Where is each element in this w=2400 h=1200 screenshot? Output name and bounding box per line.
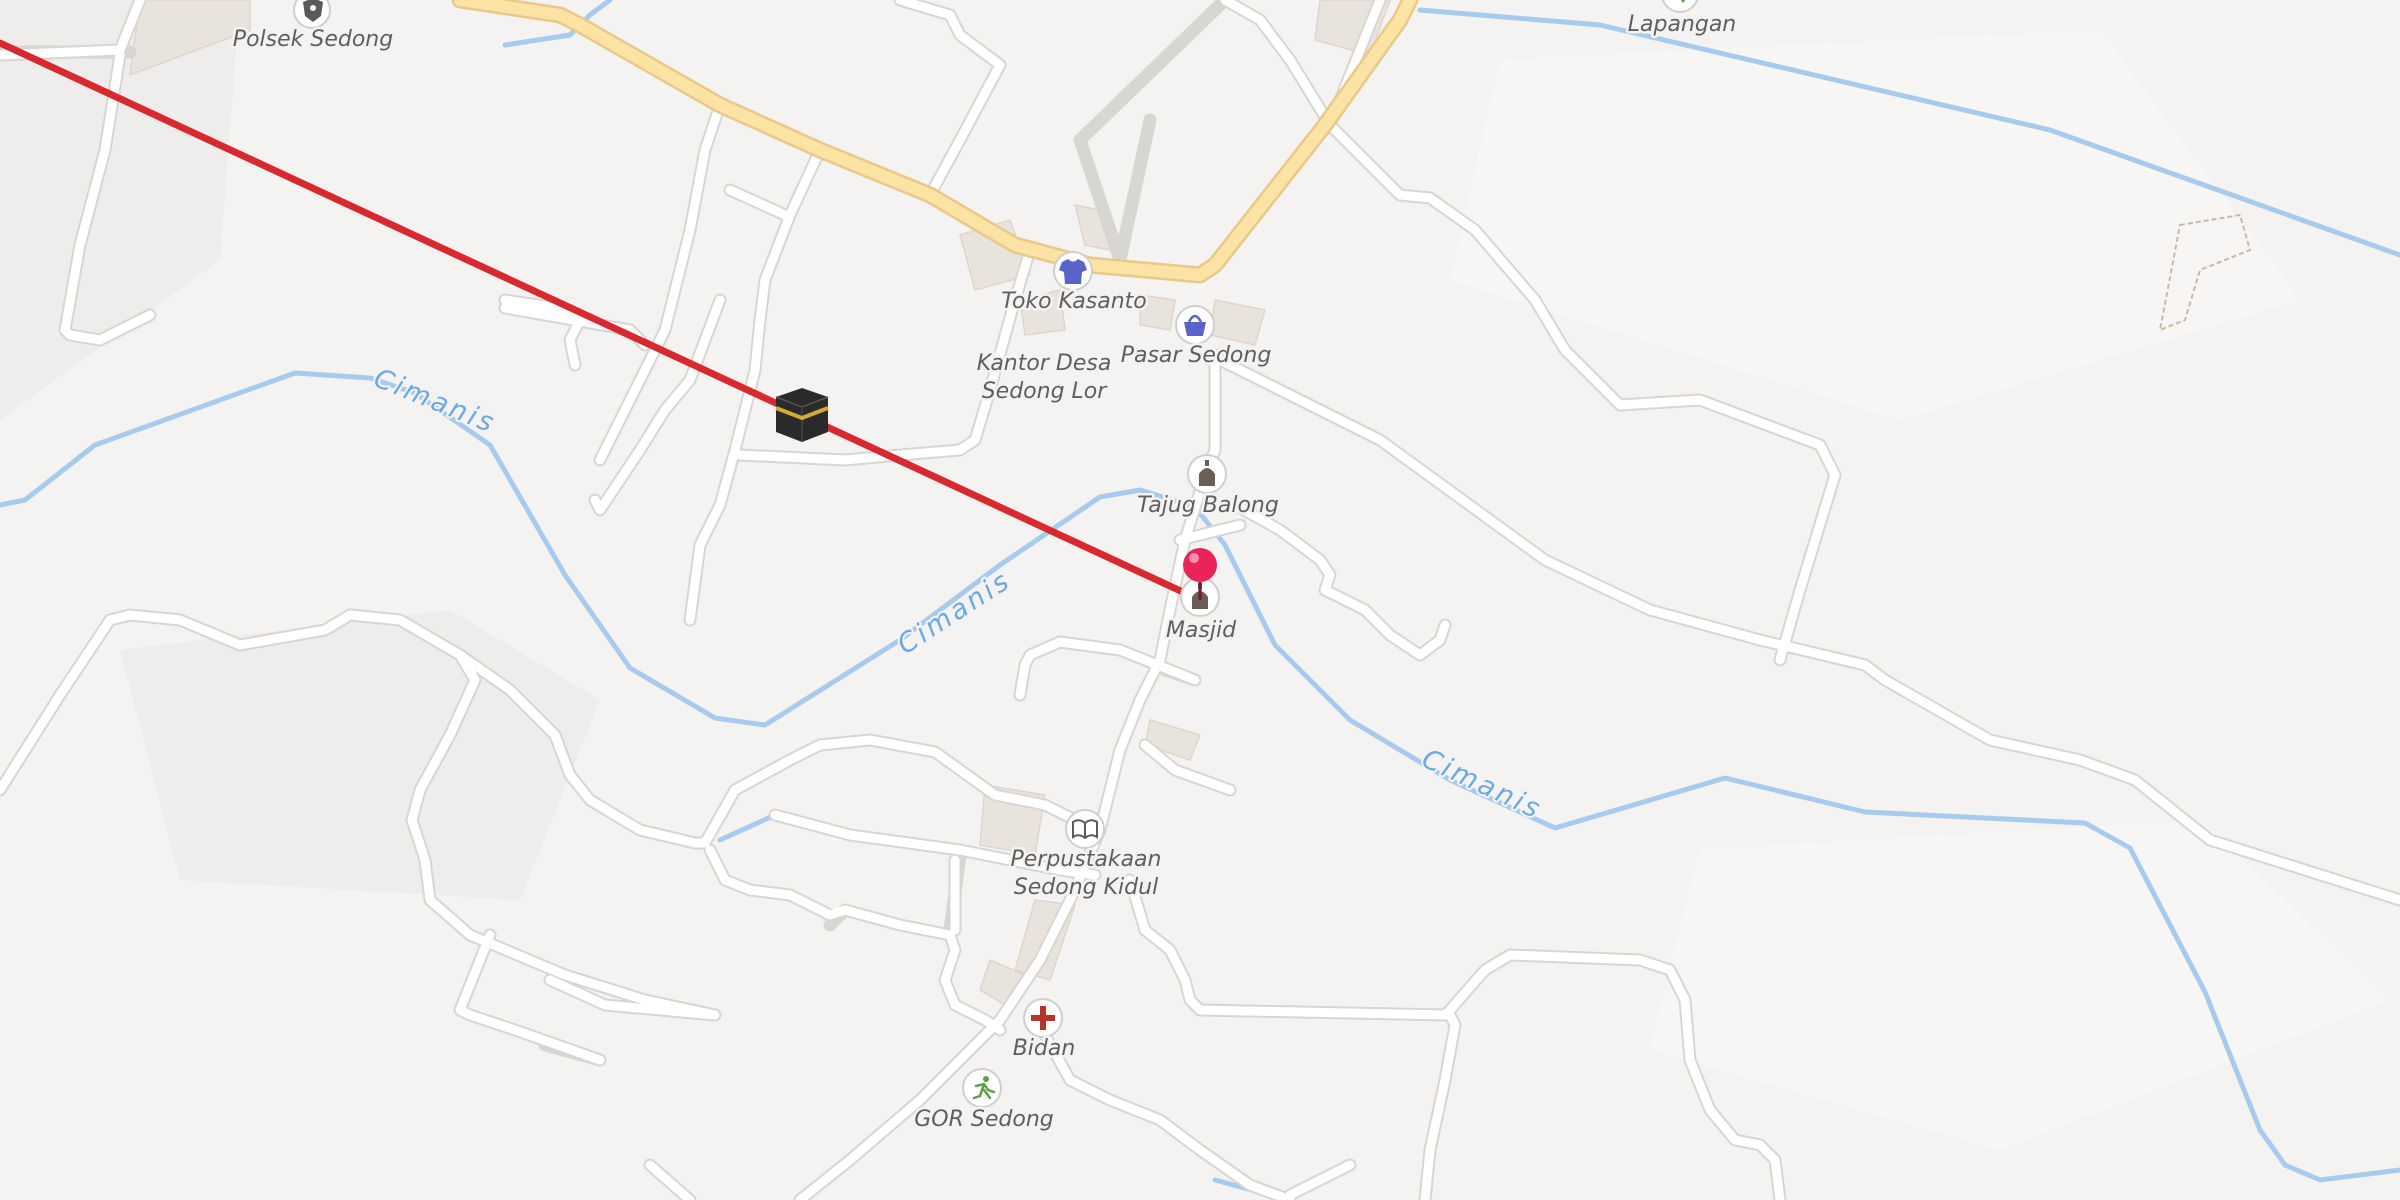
river-label: Cimanis [369, 363, 500, 440]
medical-cross-icon [1023, 998, 1063, 1038]
poi-tajug-balong[interactable]: Tajug Balong [1135, 454, 1281, 521]
poi-label-line1: Perpustakaan [1011, 847, 1162, 872]
poi-label: Tajug Balong [1137, 493, 1279, 518]
main-road [451, 0, 1419, 284]
poi-label: GOR Sedong [914, 1107, 1054, 1132]
clothes-shop-icon [1053, 251, 1093, 291]
library-book-icon [1065, 809, 1105, 849]
market-basket-icon [1175, 305, 1215, 345]
pitch-icon [1661, 0, 1699, 13]
poi-label: Bidan [1013, 1036, 1076, 1061]
poi-label: Pasar Sedong [1121, 343, 1272, 368]
poi-label-line1: Kantor Desa [977, 351, 1112, 376]
poi-label: Masjid [1166, 618, 1237, 643]
river-label: Cimanis [892, 565, 1017, 661]
police-icon [293, 0, 331, 29]
poi-lapangan[interactable]: Lapangan [1625, 0, 1739, 40]
map-view[interactable]: Cimanis Cimanis Cimanis Polsek Sedong La… [0, 0, 2400, 1200]
poi-bidan[interactable]: Bidan [1010, 998, 1078, 1064]
sports-centre-icon [962, 1068, 1002, 1108]
poi-label: Lapangan [1628, 12, 1737, 37]
poi-polsek-sedong[interactable]: Polsek Sedong [230, 0, 396, 55]
kaaba-icon[interactable] [775, 388, 829, 442]
river-label: Cimanis [1417, 743, 1547, 826]
poi-label: Polsek Sedong [233, 27, 393, 52]
poi-label-line2: Sedong Lor [982, 379, 1109, 404]
poi-label-line2: Sedong Kidul [1014, 875, 1158, 900]
poi-label: Toko Kasanto [1001, 289, 1146, 314]
mosque-icon [1187, 454, 1227, 494]
